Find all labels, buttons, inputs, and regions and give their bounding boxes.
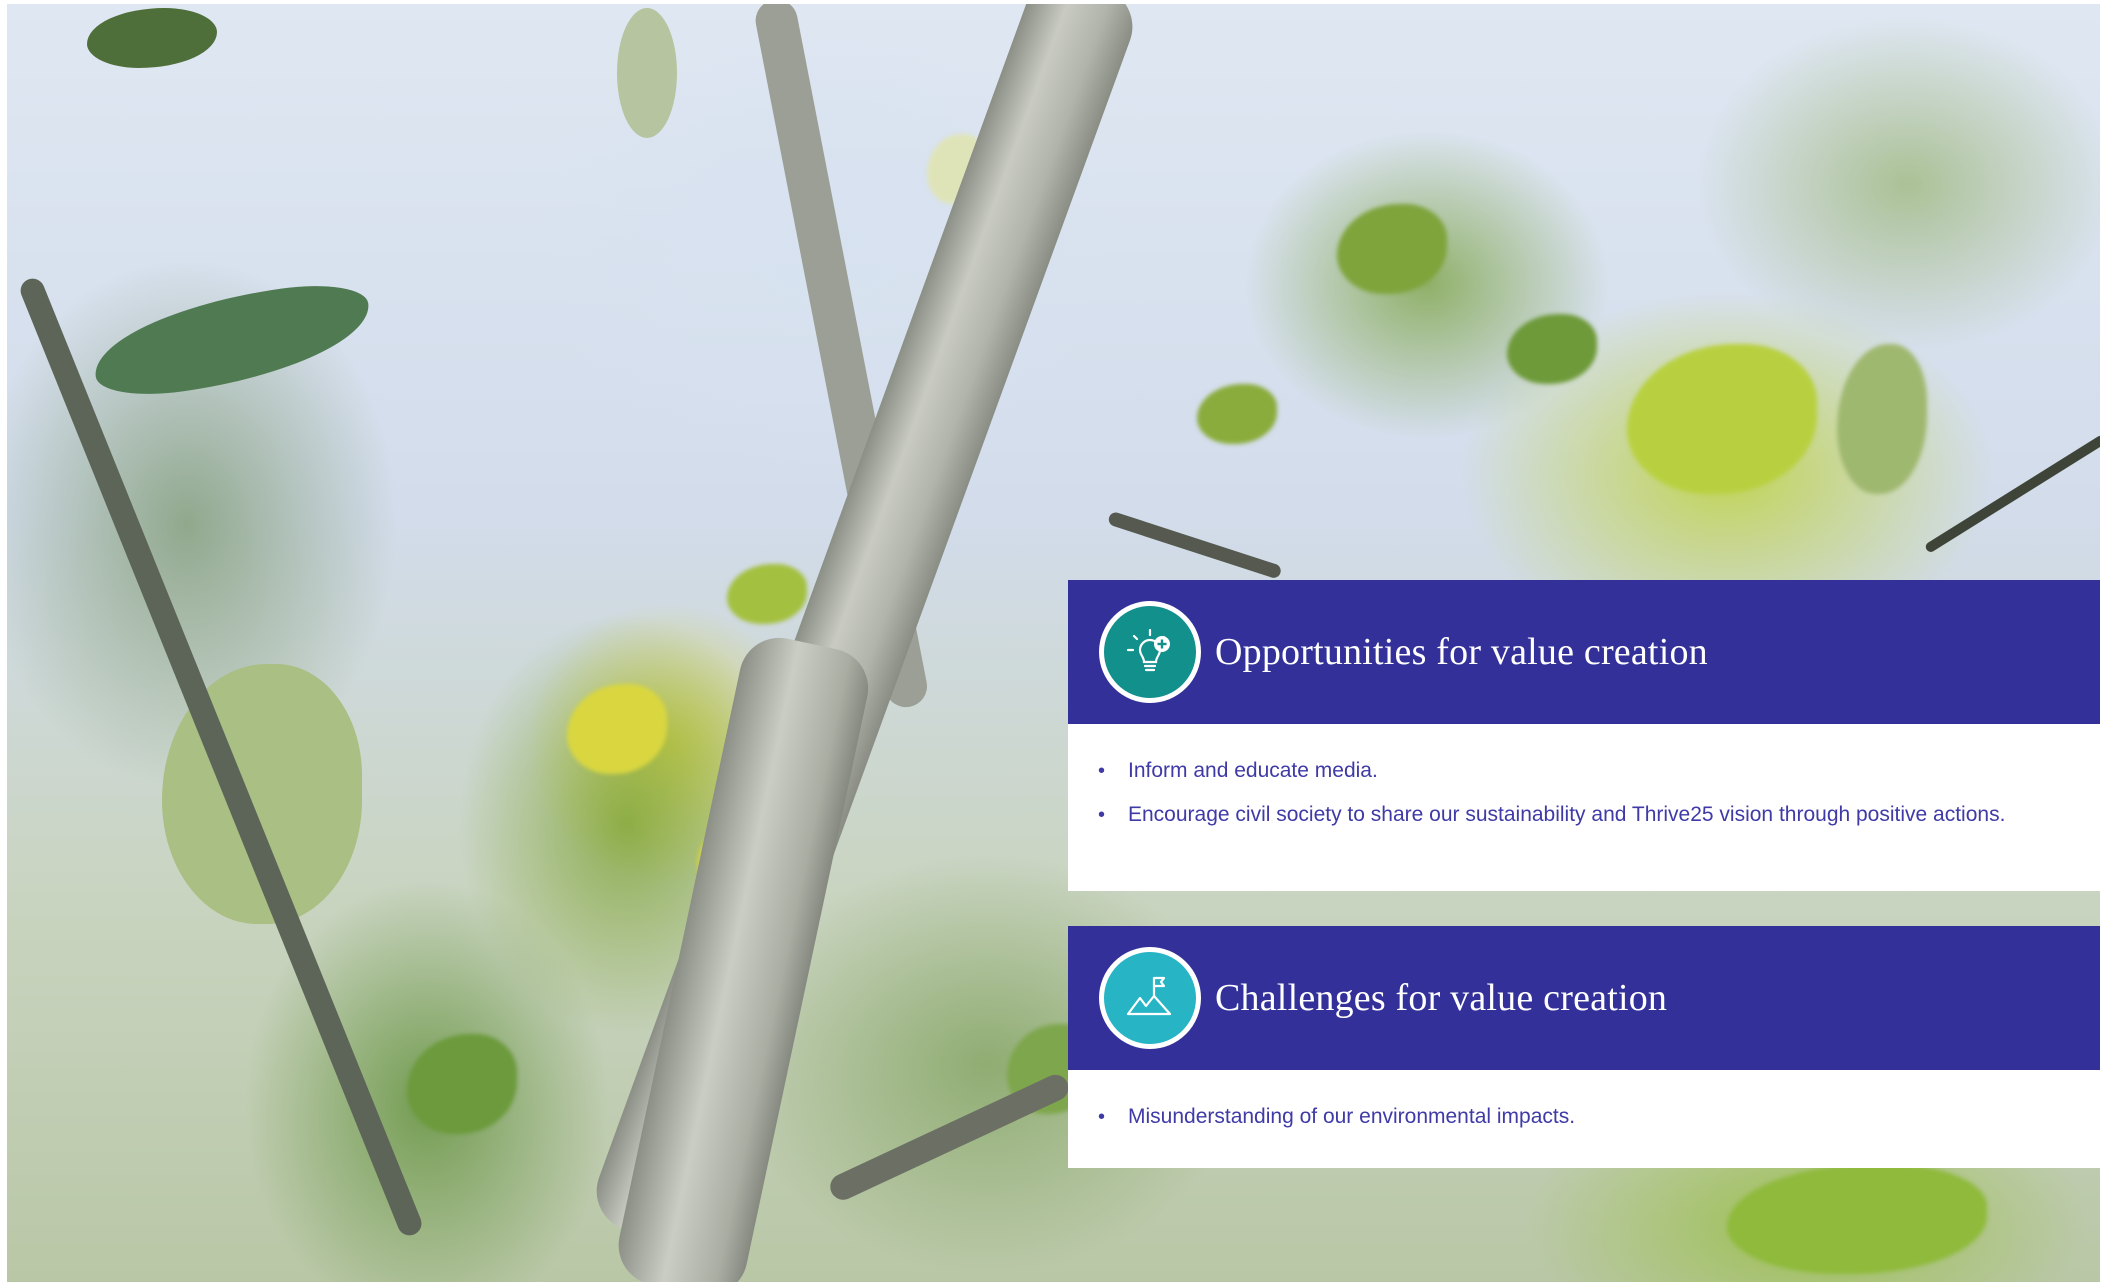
opportunities-title: Opportunities for value creation (1215, 631, 1708, 673)
challenges-list: Misunderstanding of our environmental im… (1098, 1102, 2040, 1132)
foreground-leaf (617, 8, 677, 138)
thin-left-branch (17, 275, 426, 1239)
foliage-blob (567, 684, 667, 774)
foreground-leaf (87, 276, 377, 404)
challenges-icon-ring (1099, 947, 1201, 1049)
foliage-blob (727, 564, 807, 624)
page: Opportunities for value creation Inform … (0, 0, 2107, 1286)
foliage-blob (407, 1034, 517, 1134)
lower-side-branch (826, 1070, 1073, 1204)
list-item: Inform and educate media. (1098, 756, 2040, 786)
opportunities-icon-ring (1099, 601, 1201, 703)
foliage-blob (1337, 204, 1447, 294)
challenges-title: Challenges for value creation (1215, 977, 1668, 1019)
side-branch (1107, 510, 1283, 580)
lightbulb-plus-icon (1104, 606, 1196, 698)
foliage-blob (1837, 344, 1927, 494)
foliage-blob (1627, 344, 1817, 494)
opportunities-list: Inform and educate media. Encourage civi… (1098, 756, 2040, 830)
opportunities-header: Opportunities for value creation (1068, 580, 2100, 724)
challenges-body: Misunderstanding of our environmental im… (1068, 1070, 2100, 1168)
opportunities-body: Inform and educate media. Encourage civi… (1068, 724, 2100, 891)
challenges-panel: Challenges for value creation Misunderst… (1068, 926, 2100, 1168)
foreground-leaf (87, 8, 217, 68)
challenges-header: Challenges for value creation (1068, 926, 2100, 1070)
opportunities-panel: Opportunities for value creation Inform … (1068, 580, 2100, 891)
foliage-blob (1197, 384, 1277, 444)
foliage-blob (1507, 314, 1597, 384)
list-item: Encourage civil society to share our sus… (1098, 800, 2040, 830)
list-item: Misunderstanding of our environmental im… (1098, 1102, 2040, 1132)
foliage-blob (1727, 1164, 1987, 1274)
right-branch (1923, 434, 2100, 554)
mountain-flag-icon (1104, 952, 1196, 1044)
